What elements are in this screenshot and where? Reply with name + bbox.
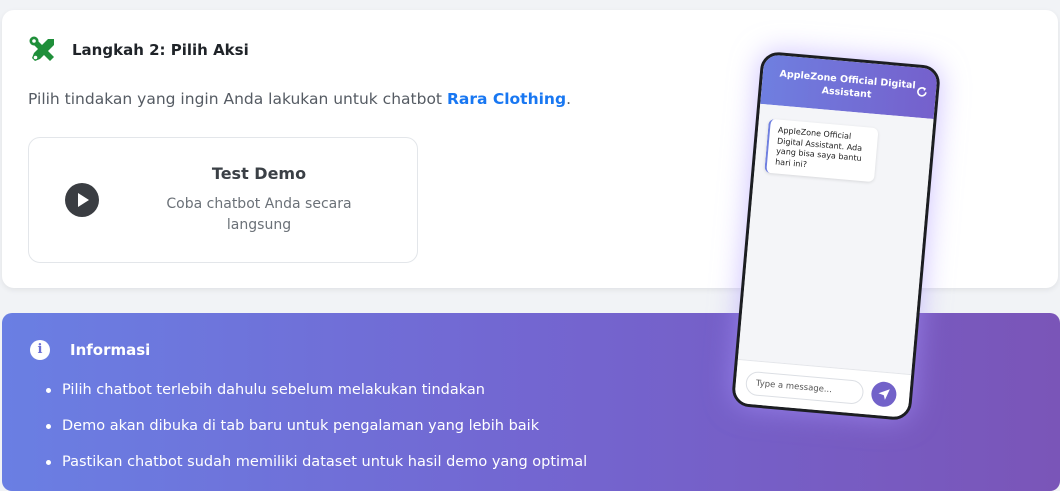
info-header: i Informasi: [30, 340, 150, 360]
description-suffix: .: [566, 90, 571, 108]
step-description: Pilih tindakan yang ingin Anda lakukan u…: [28, 90, 571, 108]
phone-preview: AppleZone Official Digital Assistant App…: [730, 50, 942, 422]
test-demo-button[interactable]: Test Demo Coba chatbot Anda secara langs…: [28, 137, 418, 263]
description-prefix: Pilih tindakan yang ingin Anda lakukan u…: [28, 90, 447, 108]
chat-area: AppleZone Official Digital Assistant. Ad…: [737, 103, 934, 375]
step-header: Langkah 2: Pilih Aksi: [28, 35, 249, 65]
list-item: Demo akan dibuka di tab baru untuk penga…: [42, 415, 587, 451]
tools-icon: [28, 35, 58, 65]
play-icon: [65, 183, 99, 217]
send-icon: [878, 389, 890, 400]
info-icon: i: [30, 340, 50, 360]
send-button[interactable]: [870, 380, 898, 408]
demo-title: Test Demo: [211, 164, 307, 183]
info-list: Pilih chatbot terlebih dahulu sebelum me…: [42, 379, 587, 487]
refresh-icon[interactable]: [915, 85, 928, 98]
bot-name: Rara Clothing: [446, 90, 567, 108]
chat-header-title: AppleZone Official Digital Assistant: [779, 68, 917, 101]
list-item: Pastikan chatbot sudah memiliki dataset …: [42, 451, 587, 487]
phone-frame: AppleZone Official Digital Assistant App…: [730, 50, 942, 422]
info-title: Informasi: [70, 341, 151, 359]
bot-message: AppleZone Official Digital Assistant. Ad…: [764, 118, 879, 183]
message-input[interactable]: [744, 370, 865, 405]
demo-subtitle: Coba chatbot Anda secara langsung: [166, 196, 352, 233]
step-title: Langkah 2: Pilih Aksi: [72, 41, 249, 59]
list-item: Pilih chatbot terlebih dahulu sebelum me…: [42, 379, 587, 415]
